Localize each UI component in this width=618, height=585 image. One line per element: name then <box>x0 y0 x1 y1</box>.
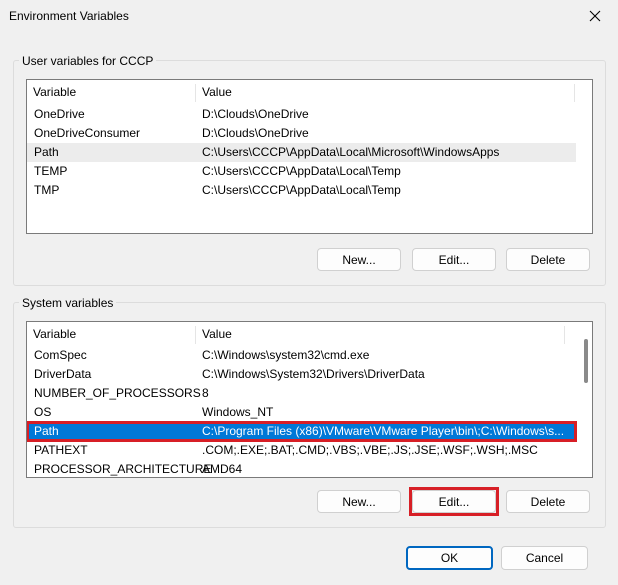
list-item[interactable]: PROCESSOR_ARCHITECTURE AMD64 <box>27 460 576 477</box>
window-title: Environment Variables <box>9 9 129 23</box>
column-header-variable[interactable]: Variable <box>27 80 76 104</box>
variable-value: C:\Program Files (x86)\VMware\VMware Pla… <box>202 424 565 438</box>
vertical-scrollbar[interactable] <box>578 322 592 477</box>
variable-name: NUMBER_OF_PROCESSORS <box>34 386 201 400</box>
list-item[interactable]: Path C:\Users\CCCP\AppData\Local\Microso… <box>27 143 576 162</box>
variable-name: OS <box>34 405 52 419</box>
scrollbar-thumb[interactable] <box>584 339 588 383</box>
variable-value: AMD64 <box>202 462 243 476</box>
list-item-selected[interactable]: Path C:\Program Files (x86)\VMware\VMwar… <box>27 421 577 442</box>
list-item[interactable]: TMP C:\Users\CCCP\AppData\Local\Temp <box>27 181 576 200</box>
title-bar: Environment Variables <box>0 0 618 32</box>
user-new-button[interactable]: New... <box>317 248 401 271</box>
list-item[interactable]: OneDrive D:\Clouds\OneDrive <box>27 105 576 124</box>
column-separator[interactable] <box>574 84 575 102</box>
variable-value: .COM;.EXE;.BAT;.CMD;.VBS;.VBE;.JS;.JSE;.… <box>202 443 538 457</box>
close-button[interactable] <box>572 0 618 32</box>
column-header-value[interactable]: Value <box>196 80 232 104</box>
variable-value: C:\Users\CCCP\AppData\Local\Microsoft\Wi… <box>202 145 500 159</box>
variable-value: C:\Windows\System32\Drivers\DriverData <box>202 367 425 381</box>
user-delete-button[interactable]: Delete <box>506 248 590 271</box>
cancel-button[interactable]: Cancel <box>501 546 588 570</box>
variable-name: DriverData <box>34 367 92 381</box>
user-edit-button[interactable]: Edit... <box>412 248 496 271</box>
variable-value: Windows_NT <box>202 405 274 419</box>
user-variables-label: User variables for CCCP <box>19 54 157 68</box>
system-variables-label: System variables <box>19 296 117 310</box>
list-item[interactable]: NUMBER_OF_PROCESSORS 8 <box>27 384 576 403</box>
list-item[interactable]: OS Windows_NT <box>27 403 576 422</box>
system-delete-button[interactable]: Delete <box>506 490 590 513</box>
user-list-header: Variable Value <box>27 80 592 104</box>
variable-name: OneDrive <box>34 107 85 121</box>
variable-value: D:\Clouds\OneDrive <box>202 126 309 140</box>
list-item[interactable]: TEMP C:\Users\CCCP\AppData\Local\Temp <box>27 162 576 181</box>
variable-value: C:\Windows\system32\cmd.exe <box>202 348 370 362</box>
list-item[interactable]: OneDriveConsumer D:\Clouds\OneDrive <box>27 124 576 143</box>
variable-value: C:\Users\CCCP\AppData\Local\Temp <box>202 164 401 178</box>
list-item[interactable]: DriverData C:\Windows\System32\Drivers\D… <box>27 365 576 384</box>
variable-name: PROCESSOR_ARCHITECTURE <box>34 462 212 476</box>
variable-name: OneDriveConsumer <box>34 126 141 140</box>
variable-name: TMP <box>34 183 60 197</box>
variable-name: ComSpec <box>34 348 87 362</box>
variable-value: 8 <box>202 386 209 400</box>
edit-button-highlight <box>409 487 499 516</box>
system-new-button[interactable]: New... <box>317 490 401 513</box>
list-item[interactable]: PATHEXT .COM;.EXE;.BAT;.CMD;.VBS;.VBE;.J… <box>27 441 576 460</box>
system-list-header: Variable Value <box>27 322 592 346</box>
system-variables-list[interactable]: Variable Value ComSpec C:\Windows\system… <box>26 321 593 478</box>
ok-button[interactable]: OK <box>406 546 493 570</box>
close-icon <box>589 10 601 22</box>
column-header-variable[interactable]: Variable <box>27 322 76 346</box>
column-separator[interactable] <box>564 326 565 344</box>
user-variables-list[interactable]: Variable Value OneDrive D:\Clouds\OneDri… <box>26 79 593 234</box>
variable-name: TEMP <box>34 164 68 178</box>
variable-value: D:\Clouds\OneDrive <box>202 107 309 121</box>
list-item[interactable]: ComSpec C:\Windows\system32\cmd.exe <box>27 346 576 365</box>
variable-name: Path <box>34 145 59 159</box>
variable-name: Path <box>34 424 59 438</box>
variable-value: C:\Users\CCCP\AppData\Local\Temp <box>202 183 401 197</box>
column-header-value[interactable]: Value <box>196 322 232 346</box>
variable-name: PATHEXT <box>34 443 88 457</box>
